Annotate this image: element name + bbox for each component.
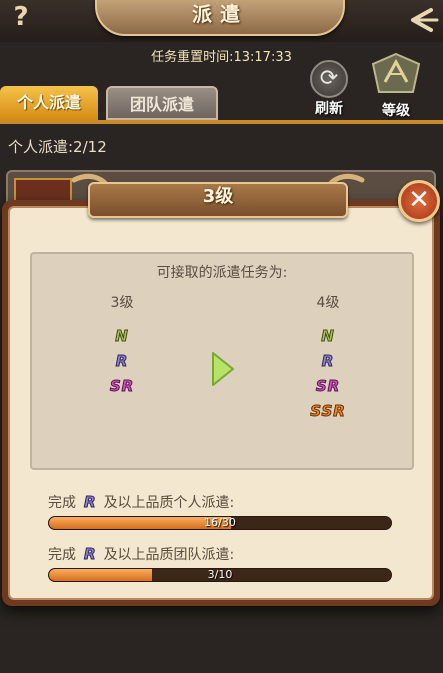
title-plate: 派遣 <box>95 0 345 36</box>
progress-text: 3/10 <box>207 568 233 581</box>
rank-badge-n: N <box>115 327 129 346</box>
rank-badge-sr: SR <box>109 377 135 396</box>
back-arrow-icon[interactable] <box>401 4 439 36</box>
rank-badge-sr: SR <box>315 377 341 396</box>
progress-text: 16/30 <box>204 516 236 529</box>
game-screen: ? 派遣 任务重置时间:13:17:33 ⟳ 刷新 等级 个人派遣 团队派遣 个… <box>0 0 443 673</box>
top-bar: ? 派遣 <box>0 0 443 42</box>
dispatch-count: 个人派遣:2/12 <box>8 138 107 156</box>
current-level-column: 3级 N R SR <box>92 292 152 399</box>
progress-prefix: 完成 <box>48 547 76 563</box>
tab-personal-dispatch[interactable]: 个人派遣 <box>0 86 98 120</box>
current-level-label: 3级 <box>110 295 134 311</box>
progress-suffix: 及以上品质团队派遣: <box>103 547 235 563</box>
progress-suffix: 及以上品质个人派遣: <box>103 495 235 511</box>
refresh-label: 刷新 <box>315 101 343 117</box>
level-emblem-icon <box>371 52 421 93</box>
available-missions-heading: 可接取的派遣任务为: <box>156 265 288 281</box>
tab-team-dispatch[interactable]: 团队派遣 <box>106 86 218 120</box>
team-progress: 完成 R 及以上品质团队派遣: 3/10 <box>48 544 398 582</box>
page-title: 派遣 <box>192 2 248 26</box>
progress-prefix: 完成 <box>48 495 76 511</box>
tab-divider <box>0 120 443 124</box>
available-missions-panel: 可接取的派遣任务为: 3级 N R SR 4级 N R SR SSR <box>30 252 414 470</box>
progress-bar: 3/10 <box>48 568 392 582</box>
rank-badge-r: R <box>84 545 97 564</box>
level-info-modal: 可接取的派遣任务为: 3级 N R SR 4级 N R SR SSR 完成 R … <box>2 200 440 606</box>
modal-title: 3级 <box>202 186 234 207</box>
progress-bar: 16/30 <box>48 516 392 530</box>
rank-badge-n: N <box>321 327 335 346</box>
next-level-column: 4级 N R SR SSR <box>298 292 358 424</box>
level-label: 等级 <box>382 103 410 119</box>
rank-badge-ssr: SSR <box>310 402 346 421</box>
progress-label: 完成 R 及以上品质团队派遣: <box>48 544 398 566</box>
rank-badge-r: R <box>84 493 97 512</box>
level-button[interactable]: 等级 <box>366 52 426 120</box>
rank-badge-r: R <box>321 352 335 371</box>
modal-body: 可接取的派遣任务为: 3级 N R SR 4级 N R SR SSR 完成 R … <box>8 206 434 600</box>
personal-progress: 完成 R 及以上品质个人派遣: 16/30 <box>48 492 398 530</box>
modal-title-plate: 3级 <box>70 172 366 224</box>
refresh-button[interactable]: ⟳ 刷新 <box>304 60 354 120</box>
next-level-label: 4级 <box>316 295 340 311</box>
progress-label: 完成 R 及以上品质个人派遣: <box>48 492 398 514</box>
rank-badge-r: R <box>115 352 129 371</box>
arrow-right-icon <box>212 352 234 386</box>
close-button[interactable]: ✕ <box>398 180 440 222</box>
refresh-icon: ⟳ <box>310 60 348 98</box>
help-button[interactable]: ? <box>6 2 36 36</box>
